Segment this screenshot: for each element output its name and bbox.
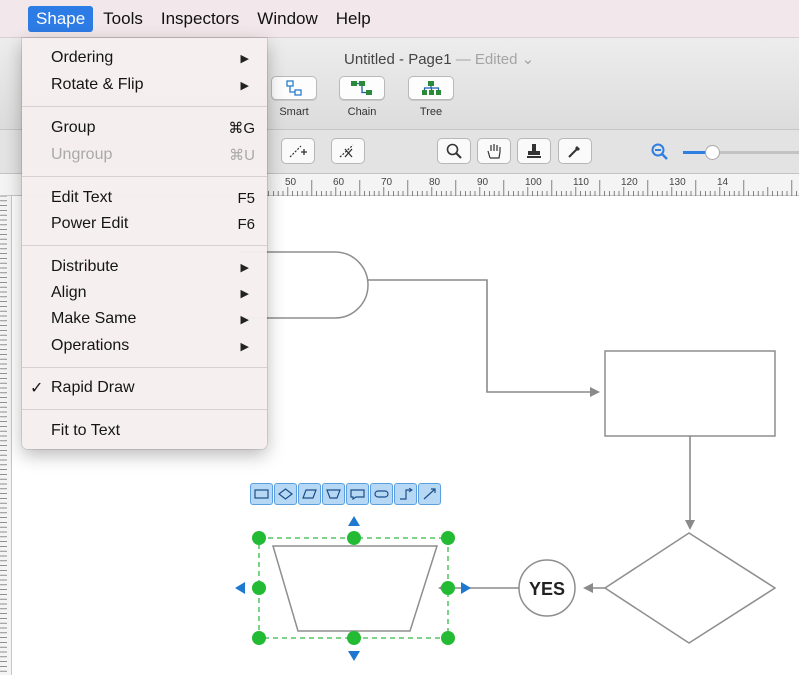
menu-item-label: Align: [51, 284, 87, 301]
menu-item-label: Make Same: [51, 310, 137, 327]
shape-menu-dropdown: Ordering ▶ Rotate & Flip ▶ Group ⌘G Ungr…: [22, 38, 267, 449]
handle-bottom-right[interactable]: [441, 631, 455, 645]
decision-diamond[interactable]: [603, 532, 777, 644]
menu-separator: [22, 409, 267, 410]
handle-top-right[interactable]: [441, 531, 455, 545]
handle-middle-left[interactable]: [252, 581, 266, 595]
shape-elbow-connector-button[interactable]: [394, 483, 417, 505]
menu-item-edit-text[interactable]: Edit Text F5: [22, 185, 267, 211]
straight-connector-icon: [423, 488, 436, 500]
handle-bottom-center[interactable]: [347, 631, 361, 645]
rounded-rect-icon: [374, 490, 389, 498]
menu-separator: [22, 106, 267, 107]
diamond-icon: [278, 488, 293, 500]
menu-separator: [22, 176, 267, 177]
menu-item-make-same[interactable]: Make Same ▶: [22, 306, 267, 332]
elbow-connector-icon: [400, 488, 413, 500]
menu-item-ordering[interactable]: Ordering ▶: [22, 45, 267, 71]
trapezoid-icon: [326, 489, 341, 499]
trapezoid-shape[interactable]: [271, 545, 439, 632]
yes-label: YES: [529, 579, 565, 599]
rectangle-icon: [254, 489, 269, 499]
menu-separator: [22, 367, 267, 368]
quick-connect-down-arrow[interactable]: [348, 651, 360, 661]
menu-item-power-edit[interactable]: Power Edit F6: [22, 211, 267, 237]
menu-item-label: Operations: [51, 337, 130, 354]
shape-diamond-button[interactable]: [274, 483, 297, 505]
process-rectangle[interactable]: [604, 350, 776, 437]
quick-connect-up-arrow[interactable]: [348, 516, 360, 526]
quick-connect-right-arrow[interactable]: [461, 582, 471, 594]
menu-item-shortcut: F5: [237, 189, 255, 207]
connector-delay-to-process[interactable]: [368, 279, 600, 397]
submenu-arrow-icon: ▶: [240, 261, 249, 274]
menu-item-label: Distribute: [51, 258, 119, 275]
menu-separator: [22, 245, 267, 246]
menu-item-label: Ordering: [51, 49, 114, 66]
menu-item-shortcut: F6: [237, 215, 255, 233]
menu-item-label: Rotate & Flip: [51, 76, 144, 93]
menu-item-label: Group: [51, 119, 96, 136]
submenu-arrow-icon: ▶: [240, 313, 249, 326]
shape-document-button[interactable]: [346, 483, 369, 505]
shape-rounded-rect-button[interactable]: [370, 483, 393, 505]
quick-connect-left-arrow[interactable]: [235, 582, 245, 594]
shape-rectangle-button[interactable]: [250, 483, 273, 505]
app-root: Shape Tools Inspectors Window Help Untit…: [0, 0, 799, 675]
menu-item-fit-to-text[interactable]: Fit to Text: [22, 418, 267, 444]
menu-item-shortcut: ⌘G: [228, 120, 255, 137]
menu-item-operations[interactable]: Operations ▶: [22, 333, 267, 359]
menu-item-align[interactable]: Align ▶: [22, 280, 267, 306]
handle-middle-right[interactable]: [441, 581, 455, 595]
handle-top-center[interactable]: [347, 531, 361, 545]
menu-item-label: Ungroup: [51, 146, 113, 163]
shape-type-toolbar: [250, 483, 460, 505]
menu-item-ungroup[interactable]: Ungroup ⌘U: [22, 142, 267, 168]
shape-trapezoid-button[interactable]: [322, 483, 345, 505]
submenu-arrow-icon: ▶: [240, 287, 249, 300]
shape-straight-connector-button[interactable]: [418, 483, 441, 505]
submenu-arrow-icon: ▶: [240, 52, 249, 65]
menu-item-group[interactable]: Group ⌘G: [22, 115, 267, 141]
menu-item-rapid-draw[interactable]: ✓ Rapid Draw: [22, 375, 267, 401]
menu-item-label: Edit Text: [51, 189, 113, 206]
document-icon: [350, 489, 365, 500]
parallelogram-icon: [302, 489, 317, 499]
shape-parallelogram-button[interactable]: [298, 483, 321, 505]
submenu-arrow-icon: ▶: [240, 79, 249, 92]
handle-bottom-left[interactable]: [252, 631, 266, 645]
checkmark-icon: ✓: [30, 380, 44, 397]
menu-item-rotate-flip[interactable]: Rotate & Flip ▶: [22, 72, 267, 98]
menu-item-label: Power Edit: [51, 215, 129, 232]
menu-item-shortcut: ⌘U: [229, 147, 255, 164]
submenu-arrow-icon: ▶: [240, 340, 249, 353]
handle-top-left[interactable]: [252, 531, 266, 545]
menu-item-label: Fit to Text: [51, 422, 121, 439]
menu-item-distribute[interactable]: Distribute ▶: [22, 254, 267, 280]
menu-item-label: Rapid Draw: [51, 379, 135, 396]
